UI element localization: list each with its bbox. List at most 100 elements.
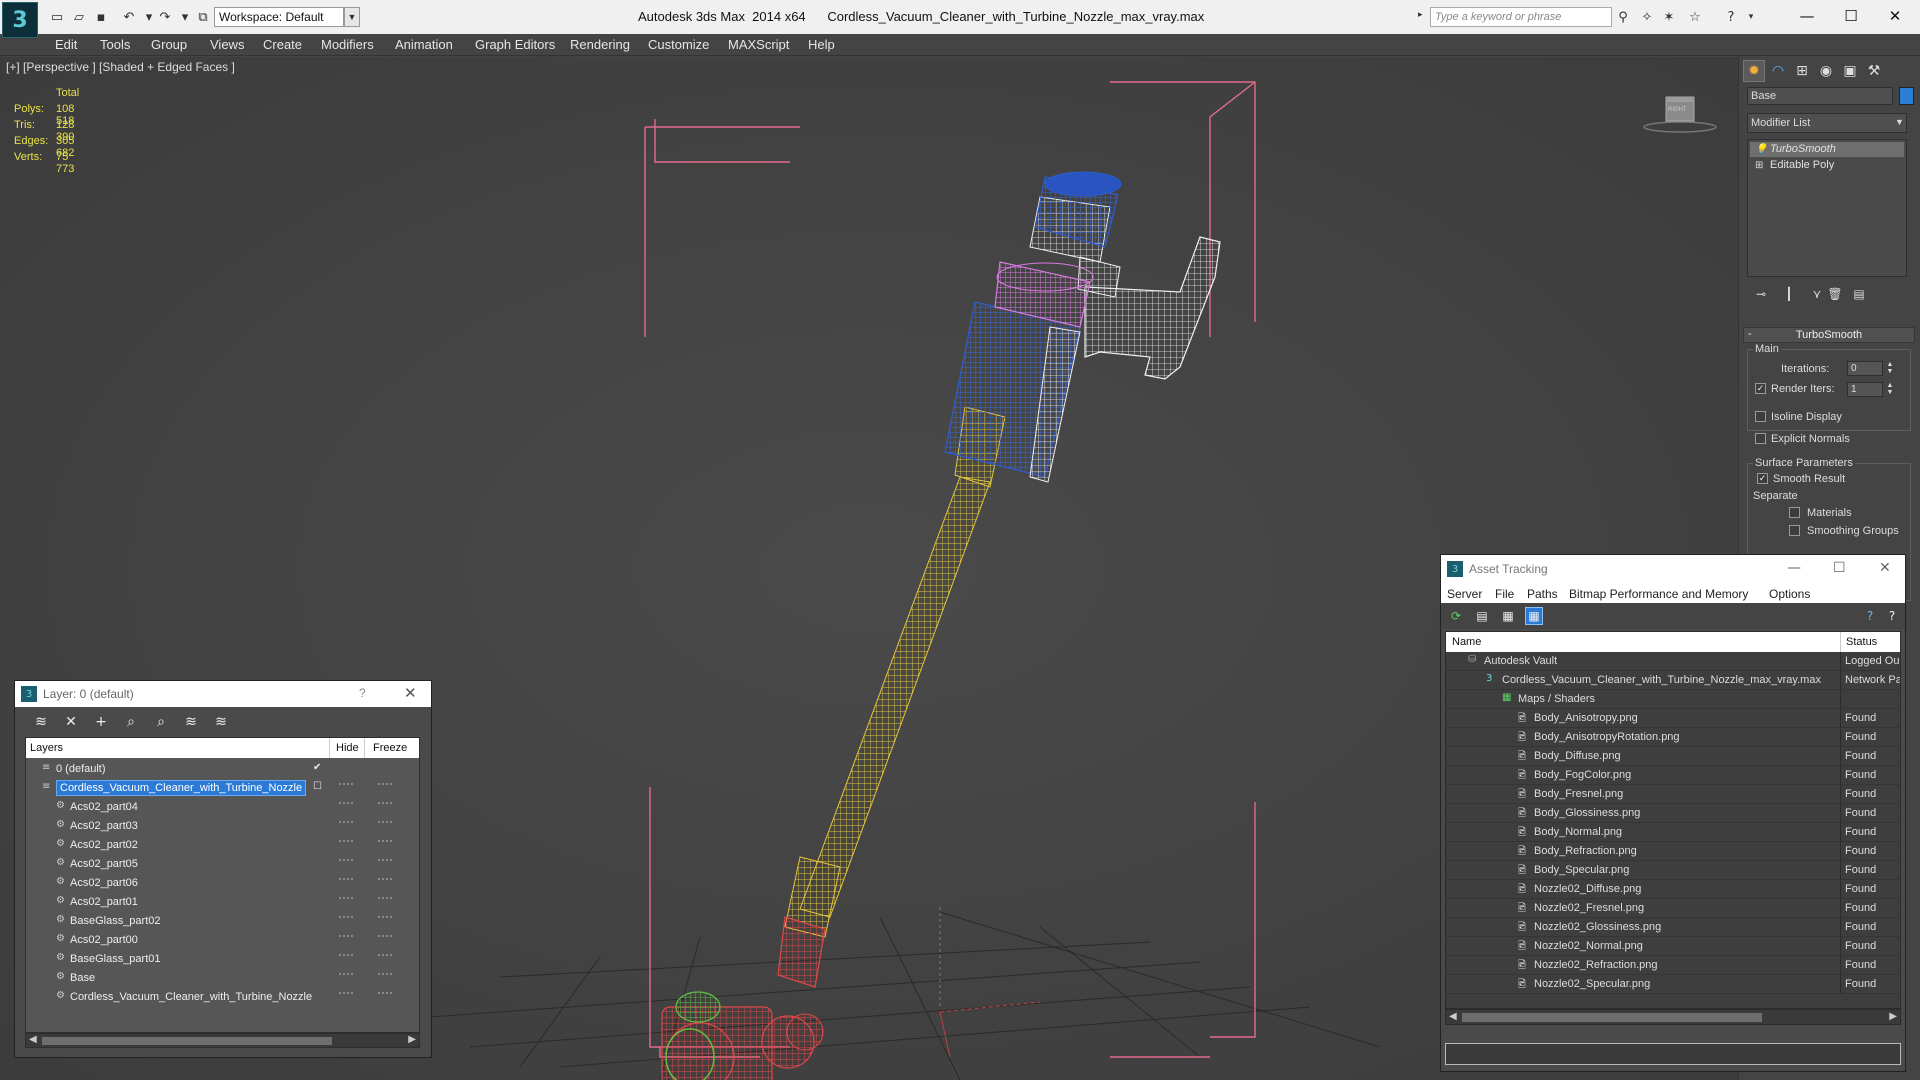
layer-row-name[interactable]: Acs02_part04 bbox=[70, 801, 138, 813]
viewport-label[interactable]: [+] [Perspective ] [Shaded + Edged Faces… bbox=[6, 60, 235, 74]
layer-row[interactable]: ⚙ BaseGlass_part02 bbox=[26, 912, 419, 931]
save-file-icon[interactable]: ▪ bbox=[92, 9, 110, 25]
iterations-spinner[interactable]: 0 bbox=[1847, 361, 1883, 376]
object-color-swatch[interactable] bbox=[1899, 87, 1914, 105]
menu-graph-editors[interactable]: Graph Editors bbox=[475, 37, 555, 52]
hide-toggle[interactable] bbox=[339, 973, 353, 975]
layer-dialog-title-bar[interactable]: 3 Layer: 0 (default) ? ✕ bbox=[15, 681, 431, 707]
menu-group[interactable]: Group bbox=[151, 37, 187, 52]
close-button[interactable]: ✕ bbox=[1872, 4, 1918, 28]
freeze-toggle[interactable] bbox=[378, 916, 392, 918]
hide-all-layers-icon[interactable]: ≋ bbox=[181, 712, 201, 732]
column-name[interactable]: Name bbox=[1452, 636, 1481, 648]
asset-menu-options[interactable]: Options bbox=[1769, 587, 1810, 601]
hide-toggle[interactable] bbox=[339, 878, 353, 880]
asset-path-field[interactable] bbox=[1445, 1043, 1901, 1065]
help-button[interactable]: ? bbox=[359, 686, 366, 700]
layer-row[interactable]: ⚙ Acs02_part02 bbox=[26, 836, 419, 855]
menu-views[interactable]: Views bbox=[210, 37, 244, 52]
asset-row[interactable]: 🖻 Body_Normal.png Found bbox=[1446, 823, 1900, 842]
utilities-tab-icon[interactable]: ⚒ bbox=[1863, 60, 1885, 82]
layer-row-name[interactable]: 0 (default) bbox=[56, 763, 106, 775]
menu-edit[interactable]: Edit bbox=[55, 37, 77, 52]
select-objects-icon[interactable]: ⌕ bbox=[121, 712, 141, 732]
column-status[interactable]: Status bbox=[1846, 636, 1877, 648]
spinner-arrows-icon[interactable]: ▲ ▼ bbox=[1885, 382, 1895, 397]
hide-toggle[interactable] bbox=[339, 897, 353, 899]
scroll-thumb[interactable] bbox=[42, 1037, 332, 1045]
modify-tab-icon[interactable]: ◠ bbox=[1767, 60, 1789, 82]
layer-row[interactable]: ⚙ Acs02_part01 bbox=[26, 893, 419, 912]
asset-row[interactable]: 🖻 Nozzle02_Glossiness.png Found bbox=[1446, 918, 1900, 937]
object-name-field[interactable]: Base bbox=[1747, 87, 1893, 105]
layer-row[interactable]: ⚙ Base bbox=[26, 969, 419, 988]
layer-row-name[interactable]: BaseGlass_part01 bbox=[70, 953, 161, 965]
freeze-toggle[interactable] bbox=[378, 802, 392, 804]
menu-customize[interactable]: Customize bbox=[648, 37, 709, 52]
redo-icon[interactable]: ↷ bbox=[156, 9, 174, 25]
remove-modifier-icon[interactable]: 🗑 bbox=[1825, 285, 1845, 303]
app-logo-icon[interactable]: 3 bbox=[2, 2, 38, 38]
create-tab-icon[interactable]: ✹ bbox=[1743, 60, 1765, 82]
freeze-toggle[interactable] bbox=[378, 897, 392, 899]
layer-row-name[interactable]: Cordless_Vacuum_Cleaner_with_Turbine_Noz… bbox=[56, 780, 307, 796]
chevron-down-icon[interactable]: ▼ bbox=[344, 7, 360, 27]
asset-menu-bitmap-performance[interactable]: Bitmap Performance and Memory bbox=[1569, 587, 1748, 601]
motion-tab-icon[interactable]: ◉ bbox=[1815, 60, 1837, 82]
column-freeze[interactable]: Freeze bbox=[373, 742, 407, 754]
turbosmooth-rollout-header[interactable]: - TurboSmooth bbox=[1743, 327, 1915, 343]
layer-row-name[interactable]: Acs02_part03 bbox=[70, 820, 138, 832]
layer-row-name[interactable]: Cordless_Vacuum_Cleaner_with_Turbine_Noz… bbox=[70, 991, 312, 1003]
current-layer-check-icon[interactable]: ✔ bbox=[313, 762, 321, 773]
new-file-icon[interactable]: ▭ bbox=[48, 9, 66, 25]
add-to-layer-icon[interactable]: + bbox=[91, 712, 111, 732]
freeze-toggle[interactable] bbox=[378, 878, 392, 880]
show-end-result-icon[interactable]: ┃ bbox=[1779, 285, 1799, 303]
stack-item-turbosmooth[interactable]: 💡 TurboSmooth bbox=[1750, 142, 1904, 157]
asset-row[interactable]: 🖻 Body_FogColor.png Found bbox=[1446, 766, 1900, 785]
asset-row[interactable]: 🖻 Body_Glossiness.png Found bbox=[1446, 804, 1900, 823]
favorites-star-icon[interactable]: ☆ bbox=[1686, 9, 1704, 25]
minimize-button[interactable]: — bbox=[1784, 4, 1830, 28]
asset-row[interactable]: 🖻 Body_Diffuse.png Found bbox=[1446, 747, 1900, 766]
hide-toggle[interactable] bbox=[339, 954, 353, 956]
asset-menu-server[interactable]: Server bbox=[1447, 587, 1482, 601]
freeze-toggle[interactable] bbox=[378, 973, 392, 975]
menu-animation[interactable]: Animation bbox=[395, 37, 453, 52]
layer-row-name[interactable]: Acs02_part05 bbox=[70, 858, 138, 870]
viewcube-icon[interactable]: RIGHT bbox=[1658, 95, 1694, 131]
horizontal-scrollbar[interactable]: ◀ ▶ bbox=[1445, 1009, 1901, 1025]
close-icon[interactable]: ✕ bbox=[404, 684, 417, 702]
materials-checkbox[interactable] bbox=[1789, 507, 1800, 518]
asset-row[interactable]: 🖻 Body_Refraction.png Found bbox=[1446, 842, 1900, 861]
hide-toggle[interactable] bbox=[339, 783, 353, 785]
asset-row[interactable]: 3 Cordless_Vacuum_Cleaner_with_Turbine_No… bbox=[1446, 671, 1900, 690]
undo-icon[interactable]: ↶ bbox=[120, 9, 138, 25]
freeze-toggle[interactable] bbox=[378, 840, 392, 842]
layer-row-name[interactable]: BaseGlass_part02 bbox=[70, 915, 161, 927]
menu-create[interactable]: Create bbox=[263, 37, 302, 52]
menu-maxscript[interactable]: MAXScript bbox=[728, 37, 789, 52]
minimize-button[interactable]: — bbox=[1787, 560, 1801, 576]
help-icon[interactable]: ? bbox=[1722, 9, 1740, 25]
render-iters-checkbox[interactable]: ✓ bbox=[1755, 383, 1766, 394]
list-view-icon[interactable]: ▤ bbox=[1473, 607, 1491, 625]
close-icon[interactable]: ✕ bbox=[1879, 560, 1891, 576]
maximize-button[interactable]: ☐ bbox=[1828, 4, 1874, 28]
column-hide[interactable]: Hide bbox=[336, 742, 359, 754]
scroll-thumb[interactable] bbox=[1462, 1013, 1762, 1022]
stack-item-editable-poly[interactable]: ⊞ Editable Poly bbox=[1750, 158, 1904, 173]
open-file-icon[interactable]: ▱ bbox=[70, 9, 88, 25]
asset-row[interactable]: ▦ Maps / Shaders bbox=[1446, 690, 1900, 709]
hide-toggle[interactable] bbox=[339, 916, 353, 918]
layer-row-name[interactable]: Acs02_part01 bbox=[70, 896, 138, 908]
menu-help[interactable]: Help bbox=[808, 37, 835, 52]
menu-rendering[interactable]: Rendering bbox=[570, 37, 630, 52]
explicit-normals-checkbox[interactable] bbox=[1755, 433, 1766, 444]
column-layers[interactable]: Layers bbox=[30, 742, 63, 754]
help-dropdown-icon[interactable]: ▾ bbox=[1742, 9, 1760, 25]
highlight-selected-icon[interactable]: ⌕ bbox=[151, 712, 171, 732]
communication-icon[interactable]: ✶ bbox=[1660, 9, 1678, 25]
subscription-icon[interactable]: ✧ bbox=[1638, 9, 1656, 25]
asset-row[interactable]: 🖻 Nozzle02_Specular.png Found bbox=[1446, 975, 1900, 994]
